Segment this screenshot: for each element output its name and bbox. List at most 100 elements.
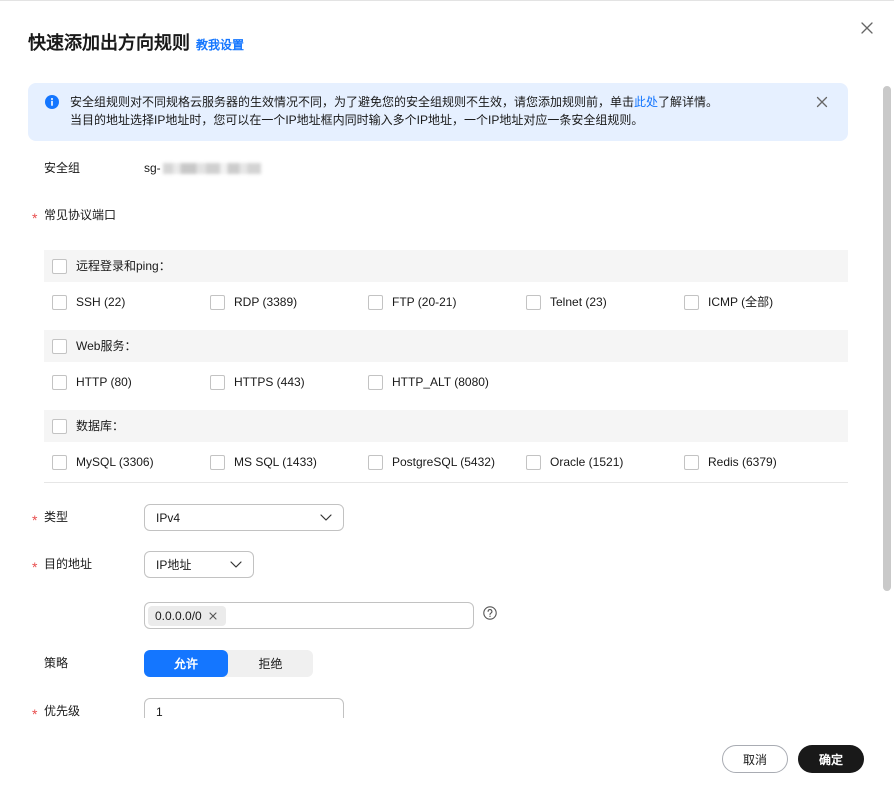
required-mark: *	[32, 512, 38, 528]
port-option-ftp[interactable]: FTP (20-21)	[360, 294, 518, 310]
notice-close-button[interactable]	[816, 96, 828, 108]
checkbox[interactable]	[52, 374, 67, 390]
chevron-down-icon	[230, 561, 242, 568]
destination-ip-input[interactable]: 0.0.0.0/0	[144, 602, 474, 629]
group-checkbox[interactable]	[52, 418, 67, 434]
required-mark: *	[32, 559, 38, 575]
port-option-http-alt[interactable]: HTTP_ALT (8080)	[360, 374, 518, 390]
port-group-web: Web服务： HTTP (80) HTTPS (443) HTTP_ALT (8…	[44, 330, 848, 402]
notice-line-2: 当目的地址选择IP地址时，您可以在一个IP地址框内同时输入多个IP地址，一个IP…	[70, 113, 644, 127]
notice-line-1-prefix: 安全组规则对不同规格云服务器的生效情况不同，为了避免您的安全组规则不生效，请您添…	[70, 95, 635, 109]
type-select[interactable]: IPv4	[144, 504, 344, 531]
security-group-label: 安全组	[44, 158, 80, 178]
checkbox[interactable]	[368, 294, 383, 310]
port-option-label: ICMP (全部)	[708, 295, 774, 309]
chevron-down-icon	[320, 514, 332, 521]
port-option-http[interactable]: HTTP (80)	[44, 374, 202, 390]
priority-label: * 优先级	[32, 701, 81, 718]
port-group-remote: 远程登录和ping： SSH (22) RDP (3389) FTP (20-2…	[44, 250, 848, 322]
port-option-label: RDP (3389)	[234, 295, 298, 309]
policy-deny-button[interactable]: 拒绝	[228, 650, 313, 677]
port-group-title: 数据库：	[76, 419, 125, 433]
port-group-title: Web服务：	[76, 339, 137, 353]
port-option-label: FTP (20-21)	[392, 295, 457, 309]
add-outbound-rule-dialog: 快速添加出方向规则 教我设置 安全组规则对不同规格云服务器的生效情况不同，为了避…	[0, 0, 894, 803]
security-group-value: sg-	[144, 158, 261, 178]
checkbox[interactable]	[210, 454, 225, 470]
checkbox[interactable]	[368, 454, 383, 470]
required-mark: *	[32, 210, 38, 226]
checkbox[interactable]	[684, 294, 699, 310]
port-option-icmp[interactable]: ICMP (全部)	[676, 294, 834, 310]
port-option-mysql[interactable]: MySQL (3306)	[44, 454, 202, 470]
cancel-button[interactable]: 取消	[722, 745, 788, 773]
group-checkbox[interactable]	[52, 258, 67, 274]
port-option-label: MySQL (3306)	[76, 455, 154, 469]
checkbox[interactable]	[210, 294, 225, 310]
port-option-https[interactable]: HTTPS (443)	[202, 374, 360, 390]
port-option-label: HTTP_ALT (8080)	[392, 375, 489, 389]
port-group-options: SSH (22) RDP (3389) FTP (20-21) Telnet (…	[44, 282, 848, 322]
port-group-options: HTTP (80) HTTPS (443) HTTP_ALT (8080)	[44, 362, 848, 402]
required-mark: *	[32, 706, 38, 718]
close-icon	[816, 96, 828, 108]
confirm-button[interactable]: 确定	[798, 745, 864, 773]
ip-tag: 0.0.0.0/0	[148, 605, 226, 626]
type-label: * 类型	[32, 507, 69, 528]
dialog-title: 快速添加出方向规则	[28, 33, 190, 53]
help-icon[interactable]	[483, 606, 497, 620]
port-option-label: HTTP (80)	[76, 375, 132, 389]
destination-type-select[interactable]: IP地址	[144, 551, 254, 578]
priority-input[interactable]: 1	[144, 698, 344, 718]
type-label-text: 类型	[44, 510, 69, 524]
ports-label-text: 常见协议端口	[44, 208, 117, 222]
checkbox[interactable]	[368, 374, 383, 390]
port-option-postgresql[interactable]: PostgreSQL (5432)	[360, 454, 518, 470]
checkbox[interactable]	[210, 374, 225, 390]
port-option-redis[interactable]: Redis (6379)	[676, 454, 834, 470]
port-option-oracle[interactable]: Oracle (1521)	[518, 454, 676, 470]
policy-allow-button[interactable]: 允许	[144, 650, 228, 677]
help-link[interactable]: 教我设置	[196, 36, 244, 53]
ip-tag-label: 0.0.0.0/0	[155, 608, 202, 623]
port-group-title: 远程登录和ping：	[76, 259, 171, 273]
port-option-label: Telnet (23)	[550, 295, 607, 309]
checkbox[interactable]	[526, 294, 541, 310]
checkbox[interactable]	[52, 454, 67, 470]
destination-type-value: IP地址	[156, 558, 192, 572]
port-option-mssql[interactable]: MS SQL (1433)	[202, 454, 360, 470]
security-group-label-text: 安全组	[44, 161, 81, 175]
port-group-header[interactable]: 数据库：	[44, 410, 848, 442]
port-option-label: HTTPS (443)	[234, 375, 305, 389]
port-groups: 远程登录和ping： SSH (22) RDP (3389) FTP (20-2…	[44, 250, 848, 483]
port-option-label: MS SQL (1433)	[234, 455, 317, 469]
details-link[interactable]: 此处	[634, 95, 658, 109]
type-select-value: IPv4	[156, 510, 181, 525]
policy-label: 策略	[44, 653, 68, 673]
port-option-label: Oracle (1521)	[550, 455, 624, 469]
port-group-header[interactable]: 远程登录和ping：	[44, 250, 848, 282]
port-group-options: MySQL (3306) MS SQL (1433) PostgreSQL (5…	[44, 442, 848, 482]
ports-label: * 常见协议端口	[32, 205, 117, 226]
port-option-label: SSH (22)	[76, 295, 126, 309]
port-option-label: Redis (6379)	[708, 455, 777, 469]
checkbox[interactable]	[52, 294, 67, 310]
dialog-body: 安全组规则对不同规格云服务器的生效情况不同，为了避免您的安全组规则不生效，请您添…	[0, 71, 880, 718]
policy-label-text: 策略	[44, 656, 69, 670]
port-option-telnet[interactable]: Telnet (23)	[518, 294, 676, 310]
group-checkbox[interactable]	[52, 338, 67, 354]
priority-label-text: 优先级	[44, 704, 81, 718]
close-icon[interactable]	[209, 611, 217, 620]
destination-label-text: 目的地址	[44, 557, 93, 571]
checkbox[interactable]	[684, 454, 699, 470]
scrollbar-thumb[interactable]	[883, 86, 891, 591]
info-icon	[45, 95, 59, 109]
notice-text: 安全组规则对不同规格云服务器的生效情况不同，为了避免您的安全组规则不生效，请您添…	[70, 93, 718, 129]
port-group-database: 数据库： MySQL (3306) MS SQL (1433) PostgreS…	[44, 410, 848, 483]
port-option-rdp[interactable]: RDP (3389)	[202, 294, 360, 310]
dialog-close-button[interactable]	[860, 21, 874, 35]
info-notice: 安全组规则对不同规格云服务器的生效情况不同，为了避免您的安全组规则不生效，请您添…	[28, 83, 848, 141]
port-group-header[interactable]: Web服务：	[44, 330, 848, 362]
port-option-ssh[interactable]: SSH (22)	[44, 294, 202, 310]
checkbox[interactable]	[526, 454, 541, 470]
